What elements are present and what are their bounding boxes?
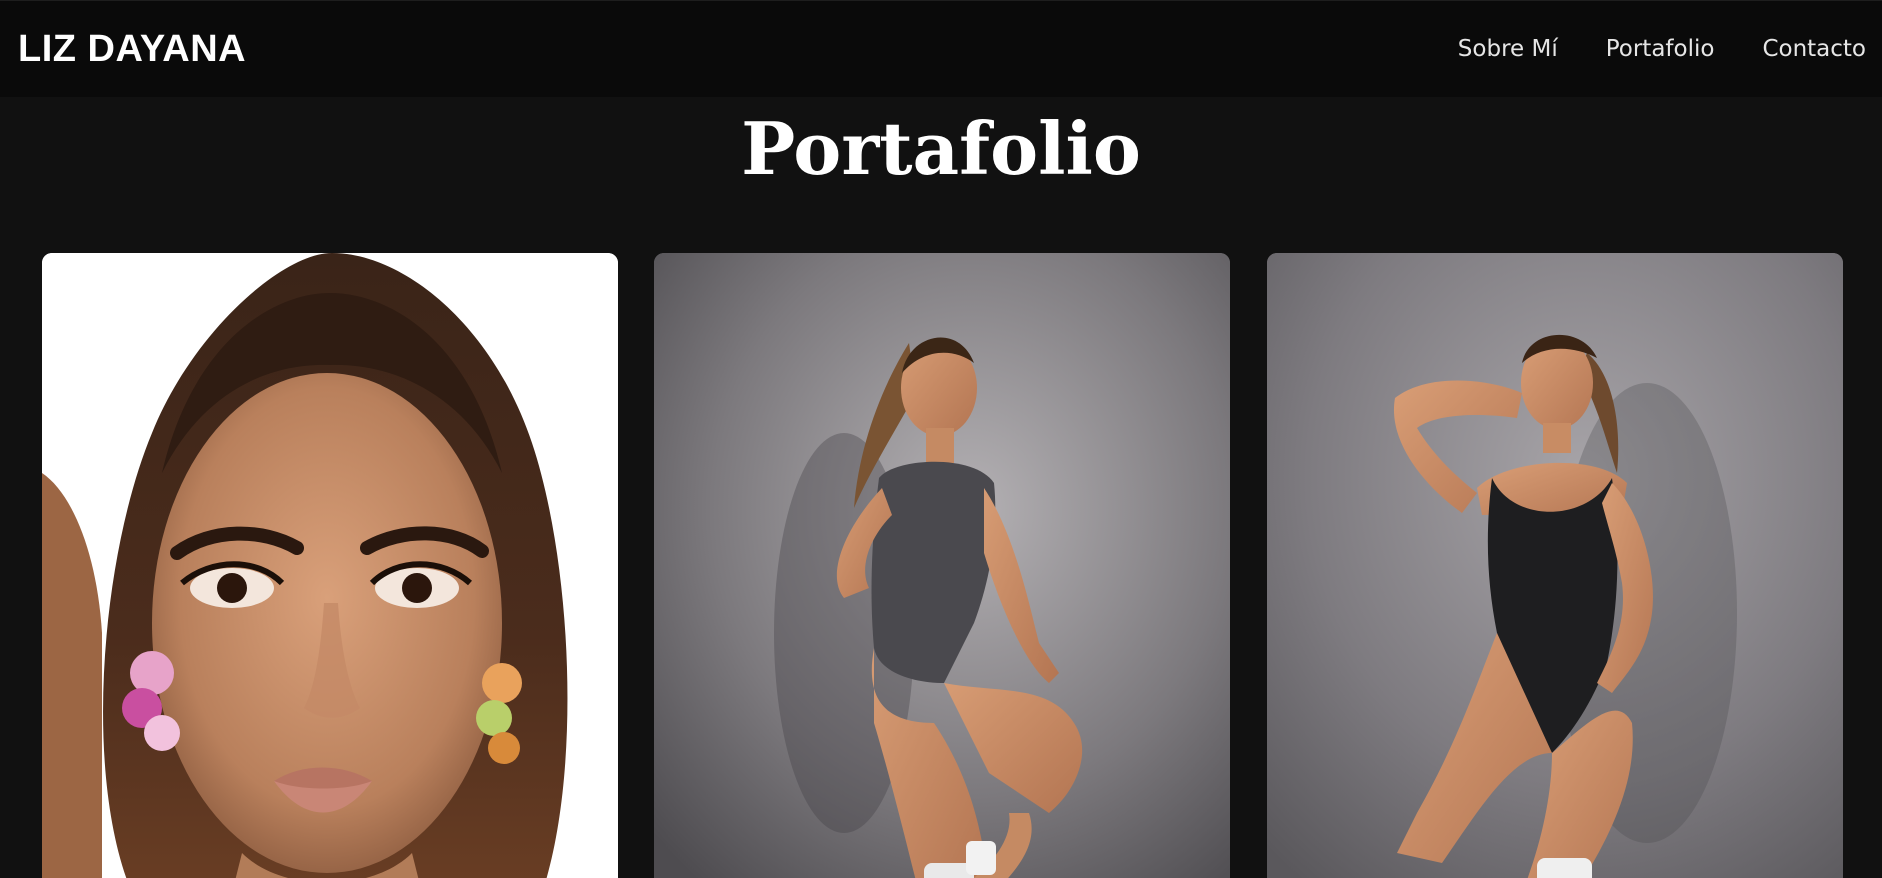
- brand-logo[interactable]: LIZ DAYANA: [18, 27, 246, 71]
- portrait-photo-image: [42, 253, 618, 878]
- page: LIZ DAYANA Sobre Mí Portafolio Contacto …: [0, 0, 1882, 878]
- nav-link-sobre-mi[interactable]: Sobre Mí: [1458, 32, 1558, 66]
- nav-menu: Sobre Mí Portafolio Contacto: [1410, 32, 1866, 66]
- bodysuit-front-photo-image: [1267, 253, 1843, 878]
- portfolio-photo-portrait[interactable]: [42, 253, 618, 878]
- portfolio-title: Portafolio: [741, 106, 1141, 191]
- nav-link-portafolio[interactable]: Portafolio: [1606, 32, 1715, 66]
- nav-link-contacto[interactable]: Contacto: [1762, 32, 1866, 66]
- bodysuit-back-photo-image: [654, 253, 1230, 878]
- portfolio-photo-bodysuit-front[interactable]: [1267, 253, 1843, 878]
- portfolio-gallery: [42, 253, 1843, 878]
- portfolio-photo-bodysuit-back[interactable]: [654, 253, 1230, 878]
- navbar: LIZ DAYANA Sobre Mí Portafolio Contacto: [0, 0, 1882, 97]
